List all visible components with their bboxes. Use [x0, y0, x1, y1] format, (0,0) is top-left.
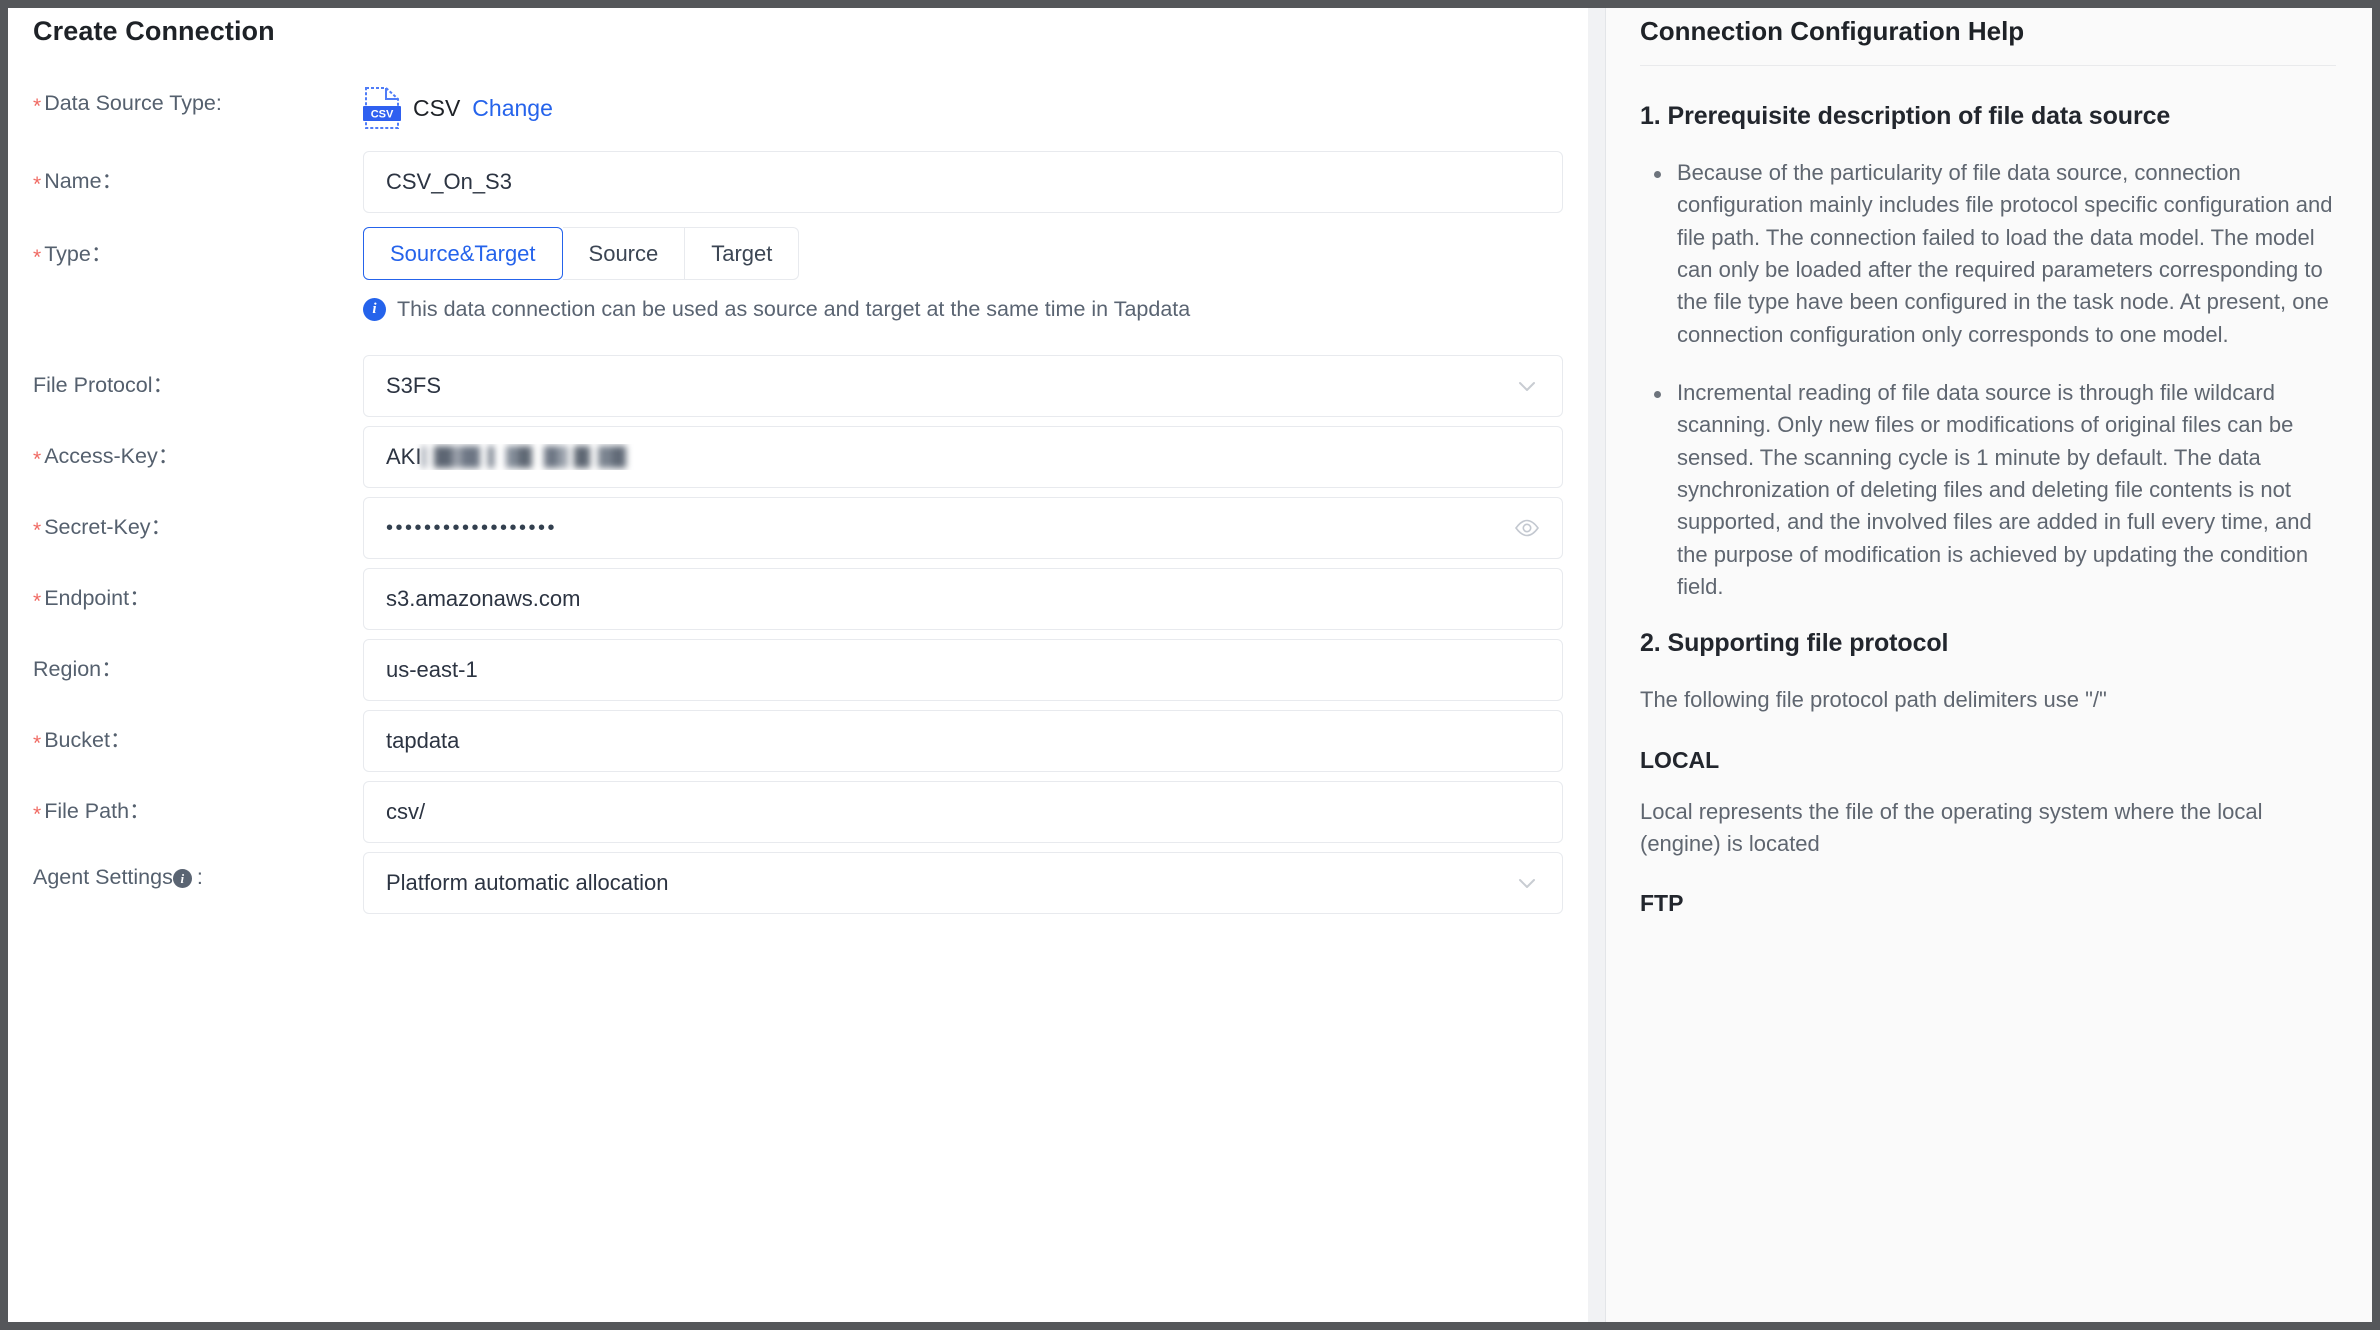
help-local-heading: LOCAL — [1640, 746, 1720, 773]
access-key-redaction — [422, 446, 638, 468]
csv-file-icon: CSV — [363, 86, 401, 130]
help-section-2-heading: 2. Supporting file protocol — [1640, 629, 1949, 658]
help-ftp-heading: FTP — [1640, 890, 1684, 917]
form-field-list: * Data Source Type: CSV CSV Change * Nam… — [8, 78, 1588, 923]
file-protocol-value: S3FS — [386, 373, 442, 398]
form-row-name: * Name： CSV_On_S3 — [8, 151, 1588, 222]
change-data-source-link[interactable]: Change — [472, 95, 553, 122]
label-region: Region： — [33, 657, 123, 681]
form-row-data-source-type: * Data Source Type: CSV CSV Change — [8, 78, 1588, 151]
file-protocol-select[interactable]: S3FS — [363, 355, 1563, 417]
label-access-key: * Access-Key： — [33, 444, 179, 471]
required-asterisk: * — [33, 173, 42, 196]
form-row-file-path: * File Path： csv/ — [8, 781, 1588, 852]
endpoint-value: s3.amazonaws.com — [386, 586, 581, 611]
required-asterisk: * — [33, 732, 42, 755]
label-bucket: * Bucket： — [33, 728, 131, 755]
label-file-protocol: File Protocol： — [33, 373, 174, 397]
agent-settings-select[interactable]: Platform automatic allocation — [363, 852, 1563, 914]
label-endpoint: * Endpoint： — [33, 586, 151, 613]
name-input-value: CSV_On_S3 — [386, 169, 512, 194]
help-section-2-intro: The following file protocol path delimit… — [1640, 687, 2107, 713]
required-asterisk: * — [33, 246, 42, 269]
region-input[interactable]: us-east-1 — [363, 639, 1563, 701]
form-row-endpoint: * Endpoint： s3.amazonaws.com — [8, 568, 1588, 639]
type-option-source[interactable]: Source — [562, 227, 686, 280]
page-title: Create Connection — [33, 16, 275, 46]
required-asterisk: * — [33, 590, 42, 613]
label-type: * Type： — [33, 242, 112, 269]
info-icon: i — [363, 298, 386, 321]
label-secret-key: * Secret-Key： — [33, 515, 172, 542]
data-source-type-name: CSV — [413, 94, 461, 121]
required-asterisk: * — [33, 519, 42, 542]
connection-form-panel: Create Connection * Data Source Type: CS… — [8, 8, 1588, 1322]
required-asterisk: * — [33, 448, 42, 471]
form-row-access-key: * Access-Key： AKI — [8, 426, 1588, 497]
form-row-secret-key: * Secret-Key： •••••••••••••••••• — [8, 497, 1588, 568]
label-name: * Name： — [33, 169, 123, 196]
bucket-value: tapdata — [386, 728, 460, 753]
form-row-agent-settings: Agent Settings i : Platform automatic all… — [8, 852, 1588, 923]
form-row-file-protocol: File Protocol： S3FS — [8, 355, 1588, 426]
label-data-source-type: * Data Source Type: — [33, 91, 222, 118]
file-path-input[interactable]: csv/ — [363, 781, 1563, 843]
access-key-input[interactable]: AKI — [363, 426, 1563, 488]
access-key-value: AKI — [386, 444, 422, 469]
list-item: Incremental reading of file data source … — [1640, 377, 2336, 603]
endpoint-input[interactable]: s3.amazonaws.com — [363, 568, 1563, 630]
required-asterisk: * — [33, 95, 42, 118]
form-row-type: * Type： Source&Target Source Target i Thi… — [8, 222, 1588, 355]
form-row-bucket: * Bucket： tapdata — [8, 710, 1588, 781]
type-option-target[interactable]: Target — [685, 227, 800, 280]
required-asterisk: * — [33, 803, 42, 826]
help-bullet-list: Because of the particularity of file dat… — [1640, 157, 2336, 603]
secret-key-value: •••••••••••••••••• — [386, 516, 558, 539]
chevron-down-icon[interactable] — [1514, 870, 1540, 896]
type-hint-text: This data connection can be used as sour… — [397, 297, 1191, 321]
region-value: us-east-1 — [386, 657, 478, 682]
svg-text:CSV: CSV — [371, 109, 394, 121]
agent-settings-value: Platform automatic allocation — [386, 870, 669, 895]
connection-help-panel: Connection Configuration Help 1. Prerequ… — [1606, 8, 2372, 1322]
form-row-region: Region： us-east-1 — [8, 639, 1588, 710]
help-local-text: Local represents the file of the operati… — [1640, 798, 2263, 856]
file-path-value: csv/ — [386, 799, 426, 824]
secret-key-input[interactable]: •••••••••••••••••• — [363, 497, 1563, 559]
list-item: Because of the particularity of file dat… — [1640, 157, 2336, 351]
info-icon[interactable]: i — [172, 869, 192, 888]
bucket-input[interactable]: tapdata — [363, 710, 1563, 772]
name-input[interactable]: CSV_On_S3 — [363, 151, 1563, 213]
help-section-1-heading: 1. Prerequisite description of file data… — [1640, 102, 2171, 130]
type-option-source-and-target[interactable]: Source&Target — [363, 227, 563, 280]
eye-icon[interactable] — [1514, 515, 1540, 541]
type-hint: i This data connection can be used as so… — [363, 297, 1588, 322]
chevron-down-icon[interactable] — [1514, 373, 1540, 399]
help-panel-title: Connection Configuration Help — [1640, 16, 2025, 46]
label-file-path: * File Path： — [33, 799, 151, 826]
data-source-type-value: CSV CSV Change — [363, 78, 1588, 130]
panel-divider — [1588, 8, 1606, 1322]
type-segmented-control[interactable]: Source&Target Source Target — [363, 227, 800, 280]
help-title-divider — [1640, 65, 2336, 66]
create-connection-dialog: Create Connection * Data Source Type: CS… — [0, 0, 2380, 1330]
label-agent-settings: Agent Settings i : — [33, 865, 203, 889]
